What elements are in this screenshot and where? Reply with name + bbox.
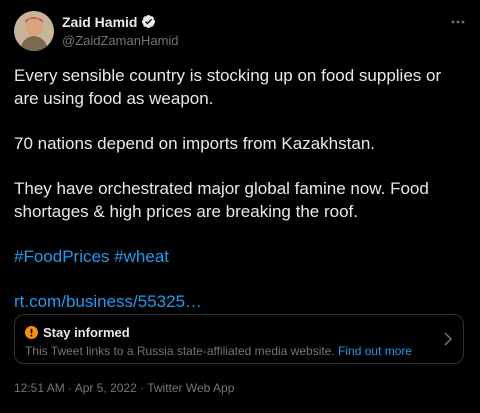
avatar[interactable] bbox=[14, 11, 54, 51]
author-handle[interactable]: @ZaidZamanHamid bbox=[62, 33, 179, 48]
hashtag-foodprices[interactable]: #FoodPrices bbox=[14, 247, 109, 266]
find-out-more-link[interactable]: Find out more bbox=[338, 344, 412, 358]
tweet-source: Twitter Web App bbox=[147, 381, 235, 395]
article-link[interactable]: rt.com/business/55325… bbox=[14, 292, 202, 311]
hashtag-wheat[interactable]: #wheat bbox=[114, 247, 169, 266]
hashtag-line: #FoodPrices #wheat bbox=[14, 245, 466, 268]
meta-separator: · bbox=[64, 381, 75, 395]
notice-title-row: Stay informed bbox=[25, 325, 130, 340]
more-options-icon[interactable] bbox=[450, 14, 466, 30]
tweet-paragraph-1: Every sensible country is stocking up on… bbox=[14, 66, 442, 108]
tweet-time[interactable]: 12:51 AM bbox=[14, 381, 65, 395]
author-name[interactable]: Zaid Hamid bbox=[62, 14, 137, 30]
notice-title: Stay informed bbox=[43, 325, 130, 340]
stay-informed-notice[interactable]: Stay informed This Tweet links to a Russ… bbox=[14, 314, 464, 364]
warning-icon bbox=[25, 326, 38, 339]
tweet-metadata: 12:51 AM · Apr 5, 2022 · Twitter Web App bbox=[14, 381, 234, 395]
name-row: Zaid Hamid bbox=[62, 12, 179, 31]
meta-separator: · bbox=[136, 381, 148, 395]
tweet-date[interactable]: Apr 5, 2022 bbox=[75, 381, 137, 395]
link-line: rt.com/business/55325… bbox=[14, 290, 466, 313]
verified-badge-icon bbox=[142, 14, 156, 29]
notice-text: This Tweet links to a Russia state-affil… bbox=[25, 344, 412, 358]
tweet-body: Every sensible country is stocking up on… bbox=[14, 64, 466, 313]
notice-description: This Tweet links to a Russia state-affil… bbox=[25, 344, 335, 358]
tweet-paragraph-2: 70 nations depend on imports from Kazakh… bbox=[14, 134, 375, 153]
chevron-right-icon bbox=[444, 332, 453, 346]
tweet-paragraph-3: They have orchestrated major global fami… bbox=[14, 179, 429, 221]
tweet: Zaid Hamid @ZaidZamanHamid Every sensibl… bbox=[0, 0, 480, 413]
author-block: Zaid Hamid @ZaidZamanHamid bbox=[62, 12, 179, 49]
